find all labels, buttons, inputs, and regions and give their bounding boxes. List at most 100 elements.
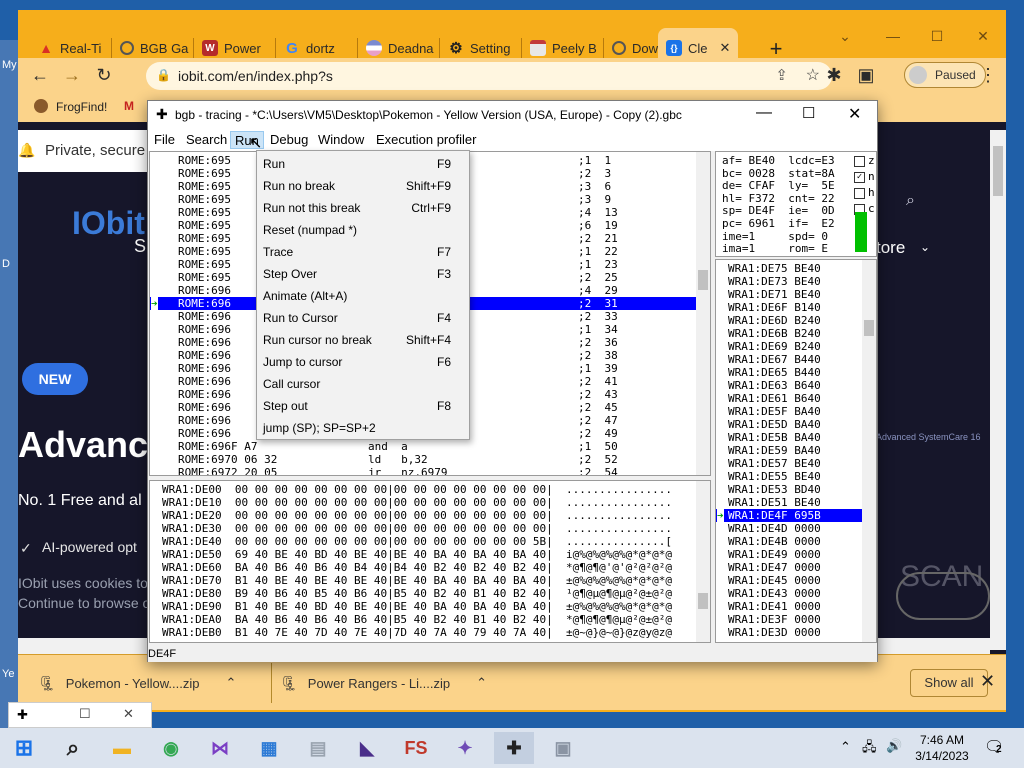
stack-row[interactable]: ➔ WRA1:DE4F 695B [716,509,862,522]
vm-taskbar-button[interactable]: ▣ [543,732,583,764]
stack-row[interactable]: WRA1:DE43 0000 [716,587,862,600]
stack-scrollbar[interactable] [862,260,876,642]
run-menu-item[interactable]: Run no break Shift+F9 [257,175,469,197]
stack-row[interactable]: WRA1:DE5D BA40 [716,418,862,431]
memory-row[interactable]: WRA1:DE10 00 00 00 00 00 00 00 00|00 00 … [162,496,672,509]
stack-row[interactable]: WRA1:DE63 B640 [716,379,862,392]
stack-row[interactable]: WRA1:DE6D B240 [716,314,862,327]
game-taskbar-button[interactable]: ✦ [445,732,485,764]
address-bar[interactable]: 🔒 iobit.com/en/index.php?s ⇪ ☆ [146,62,832,90]
reload-button[interactable]: ↻ [92,64,116,86]
memory-row[interactable]: WRA1:DE80 B9 40 B6 40 B5 40 B6 40|B5 40 … [162,587,672,600]
app-triangle-taskbar-button[interactable]: ◣ [347,732,387,764]
stack-pane[interactable]: WRA1:DE75 BE40 WRA1:DE73 BE40 WRA1:DE71 BE… [715,259,877,643]
forward-button[interactable]: → [60,64,84,86]
file-explorer-taskbar-button[interactable]: ▬ [102,732,142,764]
chevron-up-icon[interactable]: ⌃ [225,675,236,691]
bookmark-gmail[interactable]: M [124,99,134,113]
stack-row[interactable]: WRA1:DE45 0000 [716,574,862,587]
memory-row[interactable]: WRA1:DE60 BA 40 B6 40 B6 40 B4 40|B4 40 … [162,561,672,574]
memory-row[interactable]: WRA1:DEA0 BA 40 B6 40 B6 40 B6 40|B5 40 … [162,613,672,626]
menu-debug[interactable]: Debug [266,131,312,149]
run-menu-item[interactable]: Run to Cursor F4 [257,307,469,329]
download-item[interactable]: 🗜 Pokemon - Yellow....zip ⌃ [38,669,236,697]
fs-taskbar-button[interactable]: FS [396,732,436,764]
flag-checkbox[interactable] [854,155,865,167]
disasm-row[interactable]: ROME:6972 20 05 jr nz,6979 ;2 54 [150,466,696,475]
run-menu-item[interactable]: Run not this break Ctrl+F9 [257,197,469,219]
bgb-taskbar-button[interactable]: ✚ [494,732,534,764]
lock-icon[interactable]: 🔒 [156,68,171,82]
memory-scrollbar[interactable] [696,481,710,642]
stack-row[interactable]: WRA1:DE5B BA40 [716,431,862,444]
run-menu-item[interactable]: Animate (Alt+A) [257,285,469,307]
extensions-icon[interactable]: ✱ [822,64,846,86]
run-menu-item[interactable]: Reset (numpad *) [257,219,469,241]
registers-pane[interactable]: af= BE40 lcdc=E3 bc= 0028 stat=8A de= CFAF… [715,151,877,257]
flag-h[interactable]: h [854,186,875,199]
memory-pane[interactable]: WRA1:DE00 00 00 00 00 00 00 00 00|00 00 … [149,480,711,643]
stack-row[interactable]: WRA1:DE57 BE40 [716,457,862,470]
stack-row[interactable]: WRA1:DE4B 0000 [716,535,862,548]
close-window-button[interactable]: ✕ [968,24,998,48]
run-menu-item[interactable]: Jump to cursor F6 [257,351,469,373]
tab-search-icon[interactable]: ⌄ [830,24,860,48]
run-menu-item[interactable]: jump (SP); SP=SP+2 [257,417,469,439]
disassembly-scrollbar[interactable] [696,152,710,475]
clock[interactable]: 7:46 AM 3/14/2023 [912,732,972,764]
back-button[interactable]: ← [28,64,52,86]
memory-row[interactable]: WRA1:DE90 B1 40 BE 40 BD 40 BE 40|BE 40 … [162,600,672,613]
flag-checkbox[interactable]: ✓ [854,171,865,183]
bgb-maximize-button[interactable]: ☐ [802,104,815,122]
search-icon[interactable]: ⌕ [906,192,915,210]
run-menu-item[interactable]: Step out F8 [257,395,469,417]
run-menu-item[interactable]: Run cursor no break Shift+F4 [257,329,469,351]
memory-row[interactable]: WRA1:DE40 00 00 00 00 00 00 00 00|00 00 … [162,535,672,548]
bookmark-star-icon[interactable]: ☆ [806,65,820,85]
stack-row[interactable]: WRA1:DE5F BA40 [716,405,862,418]
maximize-button[interactable]: ☐ [922,24,952,48]
share-icon[interactable]: ⇪ [775,66,788,84]
start-taskbar-button[interactable]: ⊞ [4,732,44,764]
memory-row[interactable]: WRA1:DEB0 B1 40 7E 40 7D 40 7E 40|7D 40 … [162,626,672,639]
stack-row[interactable]: WRA1:DE6F B140 [716,301,862,314]
stack-row[interactable]: WRA1:DE69 B240 [716,340,862,353]
stack-row[interactable]: WRA1:DE41 0000 [716,600,862,613]
stack-row[interactable]: WRA1:DE4D 0000 [716,522,862,535]
visual-studio-taskbar-button[interactable]: ⋈ [200,732,240,764]
stack-row[interactable]: WRA1:DE53 BD40 [716,483,862,496]
stack-row[interactable]: WRA1:DE55 BE40 [716,470,862,483]
bgb-close-button[interactable]: ✕ [848,104,861,124]
stack-row[interactable]: WRA1:DE61 B640 [716,392,862,405]
menu-search[interactable]: Search [182,131,231,149]
download-item[interactable]: 🗜 Power Rangers - Li....zip ⌃ [280,669,487,697]
show-all-button[interactable]: Show all [910,669,988,697]
flag-z[interactable]: z [854,154,875,167]
menu-execution-profiler[interactable]: Execution profiler [372,131,480,149]
scroll-thumb[interactable] [698,593,708,609]
run-menu-item[interactable]: Step Over F3 [257,263,469,285]
disasm-row[interactable]: ROME:6970 06 32 ld b,32 ;2 52 [150,453,696,466]
stack-row[interactable]: WRA1:DE6B B240 [716,327,862,340]
stack-row[interactable]: WRA1:DE65 B440 [716,366,862,379]
scroll-thumb[interactable] [864,320,874,336]
memory-row[interactable]: WRA1:DE00 00 00 00 00 00 00 00 00|00 00 … [162,483,672,496]
stack-row[interactable]: WRA1:DE67 B440 [716,353,862,366]
taskbar-thumbnail[interactable]: ✚ ☐ ✕ [8,702,152,728]
memory-row[interactable]: WRA1:DE50 69 40 BE 40 BD 40 BE 40|BE 40 … [162,548,672,561]
disasm-row[interactable]: ROME:696F A7 and a ;1 50 [150,440,696,453]
nav-store[interactable]: tore [876,238,905,258]
scroll-thumb[interactable] [698,270,708,290]
scan-button[interactable] [896,572,990,620]
thumbnail-close-icon[interactable]: ✕ [123,706,134,722]
stack-row[interactable]: WRA1:DE3F 0000 [716,613,862,626]
minimize-button[interactable]: — [878,24,908,48]
memory-row[interactable]: WRA1:DE70 B1 40 BE 40 BE 40 BE 40|BE 40 … [162,574,672,587]
run-menu-item[interactable]: Trace F7 [257,241,469,263]
network-icon[interactable]: 🖧 [862,738,877,760]
close-tab-icon[interactable]: ✕ [720,40,731,56]
stack-row[interactable]: WRA1:DE49 0000 [716,548,862,561]
stack-row[interactable]: WRA1:DE51 BE40 [716,496,862,509]
stack-row[interactable]: WRA1:DE73 BE40 [716,275,862,288]
close-downloads-icon[interactable]: ✕ [980,671,995,692]
